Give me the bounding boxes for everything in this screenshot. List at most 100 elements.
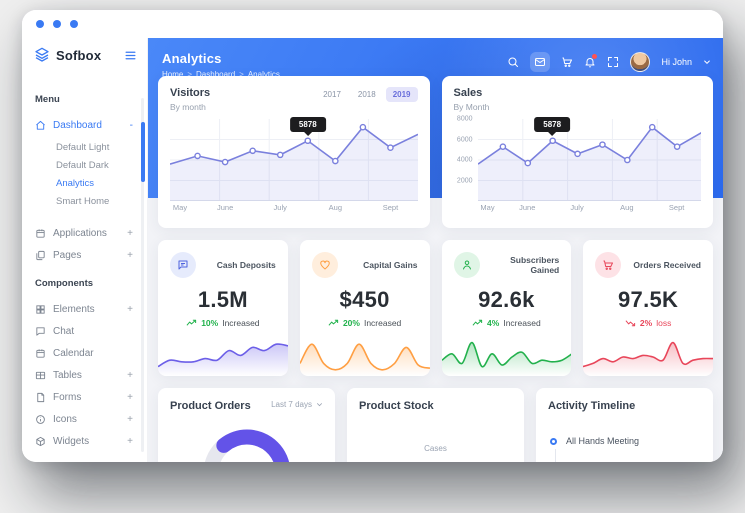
window-control-dot[interactable] xyxy=(53,20,61,28)
box-icon xyxy=(35,436,46,447)
capital-gains-sparkline xyxy=(300,336,430,376)
components-section-label: Components xyxy=(35,278,133,289)
stat-card-orders: Orders Received 97.5K 2%loss xyxy=(583,240,713,376)
chevron-down-icon xyxy=(316,401,323,408)
stat-label: Subscribers Gained xyxy=(480,255,560,275)
orders-donut-chart xyxy=(199,425,295,462)
stat-value: 92.6k xyxy=(454,287,560,313)
chart-tooltip: 5878 xyxy=(534,117,570,132)
sidebar-item-label: Applications xyxy=(53,228,107,239)
sidebar-item-forms[interactable]: Forms + xyxy=(35,386,133,408)
sidebar-item-widgets[interactable]: Widgets + xyxy=(35,430,133,452)
expand-indicator: + xyxy=(127,414,133,425)
trend-down-icon xyxy=(625,319,636,327)
expand-indicator: + xyxy=(127,436,133,447)
sidebar-item-dashboard[interactable]: Dashboard - xyxy=(35,114,133,136)
activity-timeline-card: Activity Timeline All Hands Meeting xyxy=(536,388,713,462)
user-icon xyxy=(454,252,480,278)
product-stock-card: Product Stock Cases xyxy=(347,388,524,462)
info-circle-icon xyxy=(35,414,46,425)
stat-label: Orders Received xyxy=(633,260,701,270)
window-control-dot[interactable] xyxy=(36,20,44,28)
file-icon xyxy=(35,392,46,403)
subscribers-sparkline xyxy=(442,336,572,376)
window-control-dot[interactable] xyxy=(70,20,78,28)
year-filter: 2017 2018 2019 xyxy=(316,87,417,102)
expand-indicator: + xyxy=(127,370,133,381)
expand-indicator: + xyxy=(127,250,133,261)
stat-delta: 2%loss xyxy=(595,318,701,328)
stat-label: Cash Deposits xyxy=(217,260,276,270)
orders-sparkline xyxy=(583,336,713,376)
timeline-line xyxy=(555,449,556,462)
stat-delta: 20%Increased xyxy=(312,318,418,328)
sidebar-item-label: Elements xyxy=(53,304,95,315)
grid-icon xyxy=(35,304,46,315)
sidebar-item-label: Pages xyxy=(53,250,81,261)
sidebar-item-analytics[interactable]: Analytics xyxy=(56,174,133,192)
calendar-icon xyxy=(35,348,46,359)
app-window: Sofbox Menu Dashboard - Default Light De… xyxy=(22,10,723,462)
stat-delta: 10%Increased xyxy=(170,318,276,328)
sidebar-item-icons[interactable]: Icons + xyxy=(35,408,133,430)
x-axis-labels: MayJuneJulyAugSept xyxy=(170,201,418,213)
sidebar-item-label: Widgets xyxy=(53,436,89,447)
sidebar: Sofbox Menu Dashboard - Default Light De… xyxy=(22,38,148,462)
sidebar-item-label: Calendar xyxy=(53,348,94,359)
menu-section-label: Menu xyxy=(35,94,133,105)
heart-icon xyxy=(312,252,338,278)
sidebar-item-label: Chat xyxy=(53,326,74,337)
chat-icon xyxy=(35,326,46,337)
card-subtitle: By month xyxy=(170,102,210,112)
calendar-app-icon xyxy=(35,228,46,239)
sidebar-toggle-icon[interactable] xyxy=(124,49,137,62)
stock-axis-label: Cases xyxy=(359,444,512,453)
product-orders-card: Product Orders Last 7 days xyxy=(158,388,335,462)
timeline-item: All Hands Meeting xyxy=(548,436,701,446)
trend-up-icon xyxy=(472,319,483,327)
card-subtitle: By Month xyxy=(454,102,490,112)
stat-value: 97.5K xyxy=(595,287,701,313)
range-dropdown[interactable]: Last 7 days xyxy=(271,400,323,409)
cart-icon xyxy=(595,252,621,278)
brand-name: Sofbox xyxy=(56,48,101,63)
sales-line-chart xyxy=(478,119,702,201)
sidebar-item-calendar[interactable]: Calendar xyxy=(35,342,133,364)
sidebar-item-smart-home[interactable]: Smart Home xyxy=(56,192,133,210)
sidebar-item-applications[interactable]: Applications + xyxy=(35,222,133,244)
sidebar-item-label: Dashboard xyxy=(53,120,102,131)
collapse-indicator: - xyxy=(130,120,133,131)
pages-icon xyxy=(35,250,46,261)
expand-indicator: + xyxy=(127,228,133,239)
table-icon xyxy=(35,370,46,381)
year-2018-button[interactable]: 2018 xyxy=(351,87,383,102)
stat-label: Capital Gains xyxy=(363,260,417,270)
sidebar-nav: Menu Dashboard - Default Light Default D… xyxy=(22,72,147,462)
sidebar-item-elements[interactable]: Elements + xyxy=(35,298,133,320)
sidebar-item-default-light[interactable]: Default Light xyxy=(56,138,133,156)
chart-tooltip: 5878 xyxy=(290,117,326,132)
card-title: Sales xyxy=(454,87,490,99)
window-titlebar xyxy=(22,10,723,38)
stats-row: Cash Deposits 1.5M 10%Increased xyxy=(158,240,713,376)
sidebar-item-tables[interactable]: Tables + xyxy=(35,364,133,386)
sidebar-item-chat[interactable]: Chat xyxy=(35,320,133,342)
bottom-row: Product Orders Last 7 days xyxy=(158,388,713,462)
stat-delta: 4%Increased xyxy=(454,318,560,328)
expand-indicator: + xyxy=(127,304,133,315)
year-2017-button[interactable]: 2017 xyxy=(316,87,348,102)
cash-deposits-sparkline xyxy=(158,336,288,376)
card-title: Product Stock xyxy=(359,400,434,412)
sidebar-scrollbar-thumb[interactable] xyxy=(141,122,145,182)
visitors-card: Visitors By month 2017 2018 2019 xyxy=(158,76,430,228)
year-2019-button[interactable]: 2019 xyxy=(386,87,418,102)
sales-card: Sales By Month 8000600040002000 5878 May… xyxy=(442,76,714,228)
stat-value: 1.5M xyxy=(170,287,276,313)
expand-indicator: + xyxy=(127,392,133,403)
card-title: Activity Timeline xyxy=(548,400,635,412)
stat-value: $450 xyxy=(312,287,418,313)
message-icon xyxy=(170,252,196,278)
sidebar-item-default-dark[interactable]: Default Dark xyxy=(56,156,133,174)
sidebar-item-pages[interactable]: Pages + xyxy=(35,244,133,266)
card-title: Visitors xyxy=(170,87,210,99)
